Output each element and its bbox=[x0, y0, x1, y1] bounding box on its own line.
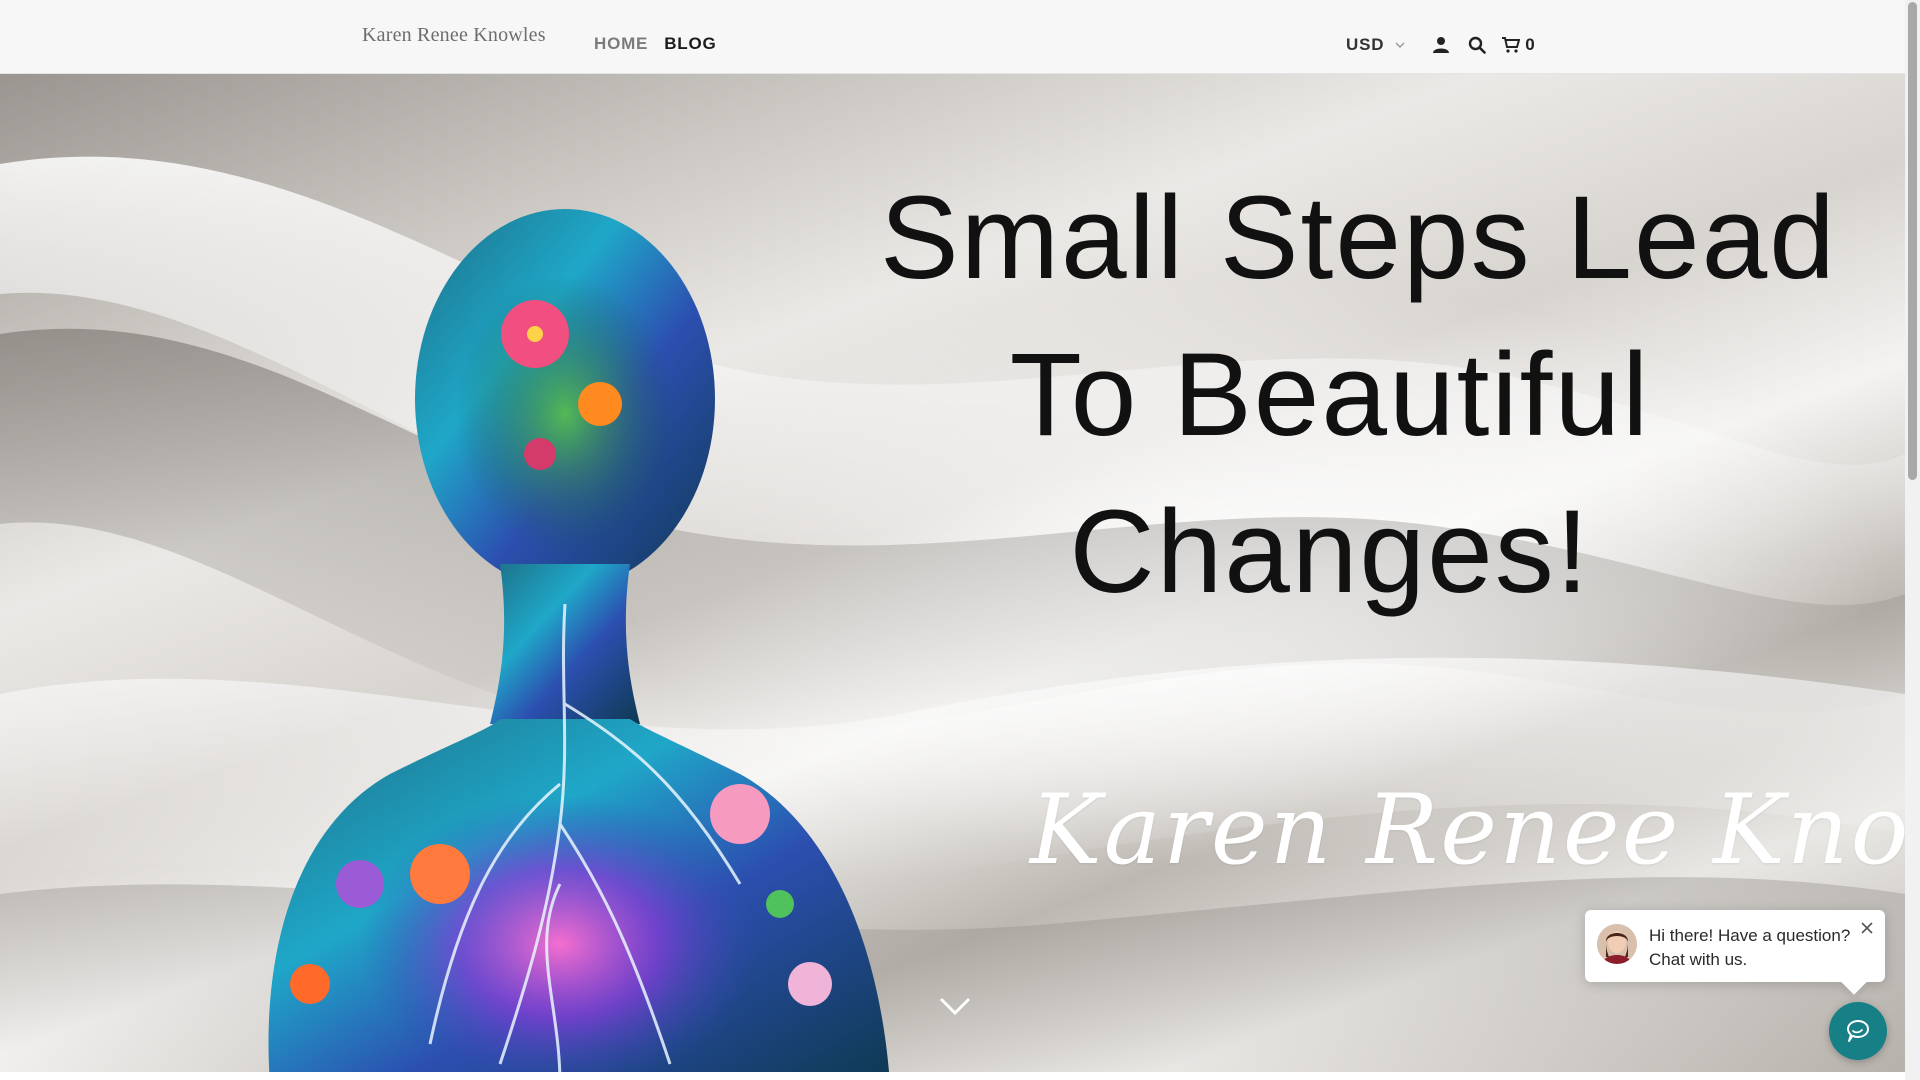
chat-prompt[interactable]: Hi there! Have a question? Chat with us. bbox=[1585, 910, 1885, 982]
chat-line-1: Hi there! Have a question? bbox=[1649, 926, 1851, 945]
close-icon[interactable] bbox=[1859, 920, 1875, 936]
chat-launcher-button[interactable] bbox=[1829, 1002, 1887, 1060]
currency-selector[interactable]: USD bbox=[1346, 35, 1406, 55]
nav-blog-link[interactable]: BLOG bbox=[664, 34, 716, 54]
site-header: Karen Renee Knowles HOME BLOG USD 0 bbox=[0, 0, 1905, 74]
cart-count: 0 bbox=[1525, 35, 1535, 54]
cart-button[interactable]: 0 bbox=[1502, 35, 1535, 55]
scrollbar-thumb[interactable] bbox=[1908, 2, 1917, 480]
page-viewport: Karen Renee Knowles HOME BLOG USD 0 Smal… bbox=[0, 0, 1905, 1080]
avatar bbox=[1597, 924, 1637, 964]
vertical-scrollbar[interactable] bbox=[1905, 0, 1920, 1080]
currency-label: USD bbox=[1346, 35, 1385, 54]
figure-illustration bbox=[268, 209, 889, 1072]
hero-signature: Karen Renee Knowles bbox=[1030, 774, 1905, 886]
main-nav: HOME BLOG bbox=[594, 34, 717, 54]
site-logo[interactable]: Karen Renee Knowles bbox=[362, 24, 546, 47]
headline-line-3: Changes! bbox=[1069, 486, 1591, 618]
chevron-down-icon bbox=[1395, 42, 1405, 48]
chat-line-2: Chat with us. bbox=[1649, 950, 1748, 969]
chevron-down-icon[interactable] bbox=[938, 994, 972, 1018]
chat-message: Hi there! Have a question? Chat with us. bbox=[1649, 924, 1850, 972]
nav-home-link[interactable]: HOME bbox=[594, 34, 648, 54]
hero-headline: Small Steps Lead To Beautiful Changes! bbox=[880, 160, 1837, 631]
chat-icon bbox=[1847, 1020, 1869, 1042]
page-bottom-edge bbox=[0, 1072, 1905, 1080]
search-icon[interactable] bbox=[1466, 34, 1488, 56]
headline-line-2: To Beautiful bbox=[1009, 329, 1651, 461]
headline-line-1: Small Steps Lead bbox=[880, 172, 1837, 304]
cart-icon bbox=[1502, 37, 1521, 53]
header-utilities: USD 0 bbox=[1346, 31, 1535, 59]
user-icon[interactable] bbox=[1430, 34, 1452, 56]
